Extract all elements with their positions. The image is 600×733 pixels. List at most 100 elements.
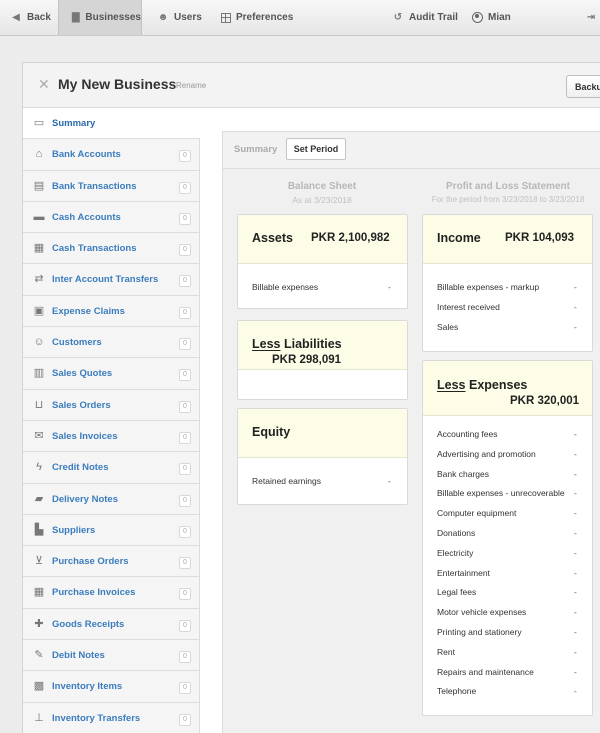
account-line-label[interactable]: Rent	[437, 647, 455, 657]
sidebar-item-inventory-transfers[interactable]: ⊥ Inventory Transfers 0	[23, 702, 200, 733]
account-line-label[interactable]: Accounting fees	[437, 429, 497, 439]
income-title[interactable]: Income	[437, 231, 481, 245]
sidebar-item-label: Sales Orders	[52, 399, 111, 411]
account-line-value: -	[574, 686, 577, 697]
sidebar-item-credit-notes[interactable]: ϟ Credit Notes 0	[23, 452, 200, 484]
equity-header: Equity	[238, 409, 407, 458]
sidebar-item-count: 0	[179, 494, 191, 507]
sidebar-item-purchase-invoices[interactable]: ▦ Purchase Invoices 0	[23, 577, 200, 609]
account-line-label[interactable]: Advertising and promotion	[437, 449, 536, 459]
logout-button[interactable]: ⇥	[585, 0, 597, 35]
module-sidebar: ▭ Summary ⌂ Bank Accounts 0 ▤ Bank Transaction…	[23, 108, 200, 733]
nav-audit-trail[interactable]: ↺ Audit Trail	[392, 0, 458, 35]
sidebar-item-count: 0	[179, 275, 191, 288]
sidebar-item-debit-notes[interactable]: ✎ Debit Notes 0	[23, 640, 200, 672]
account-line-label[interactable]: Billable expenses - unrecoverable	[437, 488, 565, 498]
sidebar-item-label: Inter Account Transfers	[52, 274, 159, 286]
set-period-button[interactable]: Set Period	[286, 138, 346, 160]
sidebar-item-delivery-notes[interactable]: ▰ Delivery Notes 0	[23, 483, 200, 515]
back-label: Back	[27, 12, 51, 23]
sidebar-item-sales-invoices[interactable]: ✉ Sales Invoices 0	[23, 420, 200, 453]
account-line-label[interactable]: Motor vehicle expenses	[437, 607, 526, 617]
account-line-label[interactable]: Legal fees	[437, 587, 476, 597]
forklift-icon: ⊥	[34, 711, 44, 724]
backup-button[interactable]: Backu	[566, 75, 600, 98]
box-icon: ▩	[33, 680, 45, 693]
equity-title[interactable]: Equity	[252, 425, 290, 439]
sidebar-item-goods-receipts[interactable]: ✚ Goods Receipts 0	[23, 608, 200, 641]
sidebar-item-bank-accounts[interactable]: ⌂ Bank Accounts 0	[23, 139, 200, 171]
close-icon[interactable]: ✕	[38, 76, 50, 93]
sidebar-item-cash-accounts[interactable]: ▬ Cash Accounts 0	[23, 201, 200, 234]
sidebar-item-purchase-orders[interactable]: ⊻ Purchase Orders 0	[23, 546, 200, 578]
panel-header: ✕ My New Business Rename Backu	[23, 63, 600, 108]
account-line-label[interactable]: Computer equipment	[437, 508, 516, 518]
account-line-value: -	[574, 646, 577, 657]
account-line-label[interactable]: Donations	[437, 528, 475, 538]
assets-line-value: -	[388, 282, 391, 292]
profit-loss-title: Profit and Loss Statement	[446, 181, 570, 192]
nav-users[interactable]: ☻ Users	[157, 0, 202, 35]
sidebar-item-label: Cash Transactions	[52, 243, 137, 255]
expenses-card: Less Expenses PKR 320,001 Accounting fee…	[422, 360, 593, 716]
undo-icon: ↺	[393, 12, 403, 23]
sidebar-item-label: Delivery Notes	[52, 493, 119, 505]
sidebar-item-bank-transactions[interactable]: ▤ Bank Transactions 0	[23, 170, 200, 202]
account-line-label[interactable]: Electricity	[437, 548, 473, 558]
invoice-icon: ✉	[34, 429, 44, 442]
assets-line-label[interactable]: Billable expenses	[252, 282, 318, 292]
sidebar-item-label: Customers	[52, 337, 102, 349]
account-line-label[interactable]: Entertainment	[437, 568, 490, 578]
balance-sheet-date: As at 3/23/2018	[292, 195, 352, 205]
lightning-icon: ϟ	[36, 461, 42, 474]
account-line-label[interactable]: Sales	[437, 322, 458, 332]
assets-card: Assets PKR 2,100,982 Billable expenses -	[237, 214, 408, 309]
sidebar-item-cash-transactions[interactable]: ▦ Cash Transactions 0	[23, 233, 200, 265]
sidebar-item-label: Bank Transactions	[52, 180, 137, 192]
sidebar-item-label: Expense Claims	[52, 305, 125, 317]
sidebar-item-count: 0	[179, 306, 191, 319]
account-line-value: -	[574, 607, 577, 618]
back-button[interactable]: ◀ Back	[10, 0, 51, 35]
nav-user-menu[interactable]: Mian	[472, 0, 511, 35]
business-panel: ✕ My New Business Rename Backu ▭ Summary ⌂…	[22, 62, 600, 733]
equity-line-label[interactable]: Retained earnings	[252, 476, 321, 486]
account-line-label[interactable]: Telephone	[437, 686, 476, 696]
sidebar-item-count: 0	[179, 463, 191, 476]
liabilities-amount: PKR 298,091	[272, 354, 342, 366]
account-line-label[interactable]: Bank charges	[437, 469, 489, 479]
account-line-value: -	[574, 627, 577, 637]
summary-tab[interactable]: Summary	[234, 144, 277, 155]
assets-header: Assets PKR 2,100,982	[238, 215, 407, 264]
assets-title[interactable]: Assets	[252, 231, 293, 245]
liabilities-title[interactable]: Less Liabilities	[252, 337, 342, 351]
liabilities-label: Liabilities	[283, 337, 342, 351]
nav-businesses[interactable]: ▇ Businesses	[58, 0, 142, 35]
account-line-label[interactable]: Printing and stationery	[437, 627, 522, 637]
sidebar-item-expense-claims[interactable]: ▣ Expense Claims 0	[23, 295, 200, 328]
briefcase-icon: ▇	[71, 12, 80, 23]
sidebar-item-label: Purchase Orders	[52, 556, 129, 568]
sidebar-item-count: 0	[179, 338, 191, 351]
nav-preferences[interactable]: Preferences	[221, 0, 293, 35]
account-line-label[interactable]: Repairs and maintenance	[437, 667, 534, 677]
rename-link[interactable]: Rename	[176, 81, 206, 90]
sidebar-item-inventory-items[interactable]: ▩ Inventory Items 0	[23, 671, 200, 703]
expenses-title[interactable]: Less Expenses	[437, 378, 527, 392]
expenses-label: Expenses	[468, 378, 528, 392]
account-line-label[interactable]: Billable expenses - markup	[437, 282, 539, 292]
equity-line-value: -	[388, 476, 391, 486]
sidebar-item-count: 0	[179, 431, 191, 444]
account-line-label[interactable]: Interest received	[437, 302, 500, 312]
sidebar-item-summary[interactable]: ▭ Summary	[23, 108, 200, 140]
sidebar-item-label: Sales Quotes	[52, 368, 113, 380]
sidebar-item-label: Inventory Items	[52, 681, 123, 693]
sidebar-item-inter-account-transfers[interactable]: ⇄ Inter Account Transfers 0	[23, 264, 200, 296]
less-label: Less	[437, 378, 466, 392]
sidebar-item-suppliers[interactable]: ▙ Suppliers 0	[23, 514, 200, 547]
transfer-icon: ⇄	[34, 273, 44, 286]
sidebar-item-sales-orders[interactable]: ⊔ Sales Orders 0	[23, 389, 200, 421]
sidebar-item-sales-quotes[interactable]: ▥ Sales Quotes 0	[23, 358, 200, 390]
sidebar-item-customers[interactable]: ☺ Customers 0	[23, 327, 200, 359]
sidebar-item-count: 0	[179, 651, 191, 664]
